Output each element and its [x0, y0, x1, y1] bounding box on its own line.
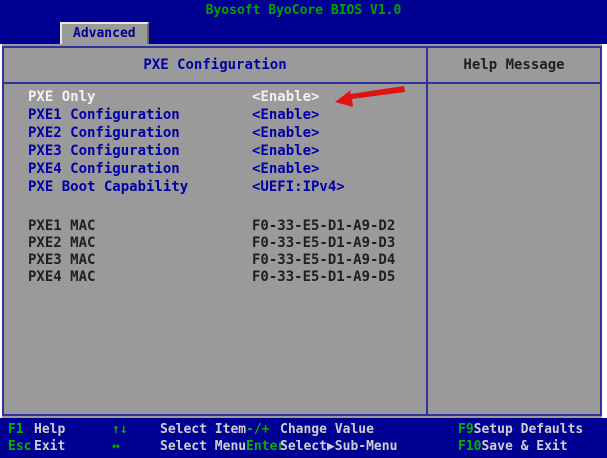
- hint-key: F10: [458, 438, 481, 455]
- setting-label: PXE1 Configuration: [28, 106, 252, 124]
- setting-value: <Enable>: [252, 142, 319, 160]
- info-row: PXE2 MAC F0-33-E5-D1-A9-D3: [4, 235, 426, 252]
- key-hints-bar: F1 Help ↑↓ Select Item -/+ Change Value …: [0, 418, 607, 458]
- titlebar: Byosoft ByoCore BIOS V1.0 Advanced: [0, 0, 607, 44]
- info-label: PXE3 MAC: [28, 252, 252, 269]
- hint-key: ↑↓: [112, 421, 160, 438]
- page-title: PXE Configuration: [4, 48, 428, 84]
- key-hints-row-2: Esc Exit ↔ Select Menu Enter Select▶Sub-…: [0, 438, 607, 455]
- key-hint: Esc Exit: [8, 438, 112, 455]
- info-label: PXE1 MAC: [28, 218, 252, 235]
- info-value: F0-33-E5-D1-A9-D3: [252, 235, 395, 252]
- bios-screen: Byosoft ByoCore BIOS V1.0 Advanced PXE C…: [0, 0, 607, 458]
- setting-value: <Enable>: [252, 106, 319, 124]
- hint-label: Select▶Sub-Menu: [280, 438, 397, 455]
- setting-row[interactable]: PXE1 Configuration <Enable>: [4, 106, 426, 124]
- panel-frame: PXE Configuration Help Message PXE Only …: [2, 46, 602, 416]
- key-hint: Enter Select▶Sub-Menu: [246, 438, 458, 455]
- info-label: PXE4 MAC: [28, 269, 252, 286]
- setting-label: PXE Only: [28, 88, 252, 106]
- hint-key: Enter: [246, 438, 280, 455]
- key-hint: ↑↓ Select Item: [112, 421, 246, 438]
- info-value: F0-33-E5-D1-A9-D4: [252, 252, 395, 269]
- info-value: F0-33-E5-D1-A9-D2: [252, 218, 395, 235]
- panel-grid: PXE Configuration Help Message PXE Only …: [4, 48, 600, 414]
- info-row: PXE3 MAC F0-33-E5-D1-A9-D4: [4, 252, 426, 269]
- tab-advanced[interactable]: Advanced: [60, 22, 149, 44]
- key-hint: -/+ Change Value: [246, 421, 458, 438]
- key-hint: ↔ Select Menu: [112, 438, 246, 455]
- setting-row[interactable]: PXE Boot Capability <UEFI:IPv4>: [4, 178, 426, 196]
- bios-title: Byosoft ByoCore BIOS V1.0: [0, 0, 607, 18]
- hint-key: ↔: [112, 438, 160, 455]
- hint-label: Setup Defaults: [474, 421, 584, 438]
- hint-key: F1: [8, 421, 34, 438]
- setting-row[interactable]: PXE4 Configuration <Enable>: [4, 160, 426, 178]
- hint-label: Help: [34, 421, 65, 438]
- key-hints-row-1: F1 Help ↑↓ Select Item -/+ Change Value …: [0, 421, 607, 438]
- key-hint: F9 Setup Defaults: [458, 421, 607, 438]
- content-area: PXE Configuration Help Message PXE Only …: [0, 44, 607, 418]
- hint-key: F9: [458, 421, 474, 438]
- setting-label: PXE3 Configuration: [28, 142, 252, 160]
- red-arrow-annotation-icon: [334, 86, 406, 108]
- hint-label: Select Item: [160, 421, 246, 438]
- hint-label: Change Value: [280, 421, 374, 438]
- info-value: F0-33-E5-D1-A9-D5: [252, 269, 395, 286]
- setting-value: <Enable>: [252, 160, 319, 178]
- hint-label: Exit: [34, 438, 65, 455]
- hint-key: Esc: [8, 438, 34, 455]
- hint-label: Select Menu: [160, 438, 246, 455]
- info-list: PXE1 MAC F0-33-E5-D1-A9-D2 PXE2 MAC F0-3…: [4, 218, 426, 286]
- setting-row[interactable]: PXE2 Configuration <Enable>: [4, 124, 426, 142]
- help-panel-title: Help Message: [428, 48, 600, 84]
- setting-value: <Enable>: [252, 88, 319, 106]
- key-hint: F1 Help: [8, 421, 112, 438]
- setting-label: PXE2 Configuration: [28, 124, 252, 142]
- setting-label: PXE Boot Capability: [28, 178, 252, 196]
- setting-value: <Enable>: [252, 124, 319, 142]
- info-row: PXE1 MAC F0-33-E5-D1-A9-D2: [4, 218, 426, 235]
- setting-row[interactable]: PXE3 Configuration <Enable>: [4, 142, 426, 160]
- hint-label: Save & Exit: [481, 438, 567, 455]
- hint-key: -/+: [246, 421, 280, 438]
- settings-panel: PXE Only <Enable> PXE1 Configuration <En…: [4, 84, 428, 414]
- info-label: PXE2 MAC: [28, 235, 252, 252]
- info-row: PXE4 MAC F0-33-E5-D1-A9-D5: [4, 269, 426, 286]
- key-hint: F10 Save & Exit: [458, 438, 607, 455]
- setting-label: PXE4 Configuration: [28, 160, 252, 178]
- setting-value: <UEFI:IPv4>: [252, 178, 345, 196]
- help-panel: [428, 84, 600, 414]
